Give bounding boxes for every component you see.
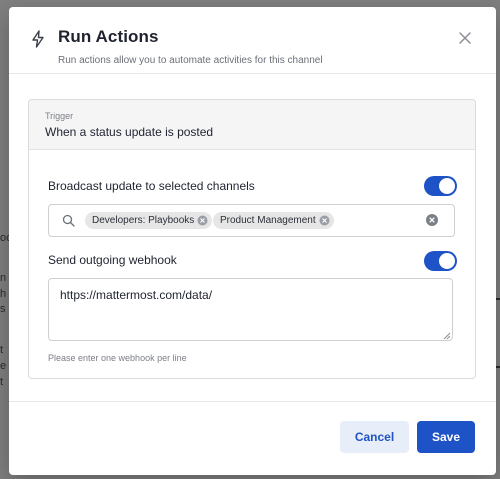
clear-selection-icon[interactable] <box>425 213 439 227</box>
lightning-bolt-icon <box>32 30 44 48</box>
modal-title: Run Actions <box>58 27 159 46</box>
toggle-knob <box>439 178 455 194</box>
broadcast-label: Broadcast update to selected channels <box>48 179 255 193</box>
toggle-knob <box>439 253 455 269</box>
search-icon <box>62 214 75 227</box>
channel-selector[interactable]: Developers: Playbooks Product Management <box>48 204 455 237</box>
modal-header: Run Actions Run actions allow you to aut… <box>9 7 496 74</box>
webhook-label: Send outgoing webhook <box>48 253 177 267</box>
webhook-textarea[interactable]: https://mattermost.com/data/ <box>48 278 453 341</box>
channel-chip-label: Product Management <box>220 215 316 226</box>
close-icon[interactable] <box>458 31 472 45</box>
trigger-value: When a status update is posted <box>45 125 214 139</box>
modal-subtitle: Run actions allow you to automate activi… <box>58 55 323 66</box>
channel-chip: Developers: Playbooks <box>85 212 213 229</box>
trigger-label: Trigger <box>45 111 74 121</box>
trigger-section: Trigger When a status update is posted <box>29 100 475 150</box>
resize-grip-icon[interactable] <box>443 332 451 340</box>
webhook-toggle[interactable] <box>424 251 457 271</box>
modal-footer: Cancel Save <box>9 401 496 475</box>
actions-card: Trigger When a status update is posted B… <box>28 99 476 379</box>
webhook-help-text: Please enter one webhook per line <box>48 353 187 363</box>
remove-chip-icon[interactable] <box>319 215 330 226</box>
broadcast-toggle[interactable] <box>424 176 457 196</box>
run-actions-modal: Run Actions Run actions allow you to aut… <box>9 7 496 475</box>
remove-chip-icon[interactable] <box>197 215 208 226</box>
save-button[interactable]: Save <box>417 421 475 453</box>
cancel-button[interactable]: Cancel <box>340 421 409 453</box>
channel-chip-label: Developers: Playbooks <box>92 215 195 226</box>
channel-chip: Product Management <box>213 212 334 229</box>
